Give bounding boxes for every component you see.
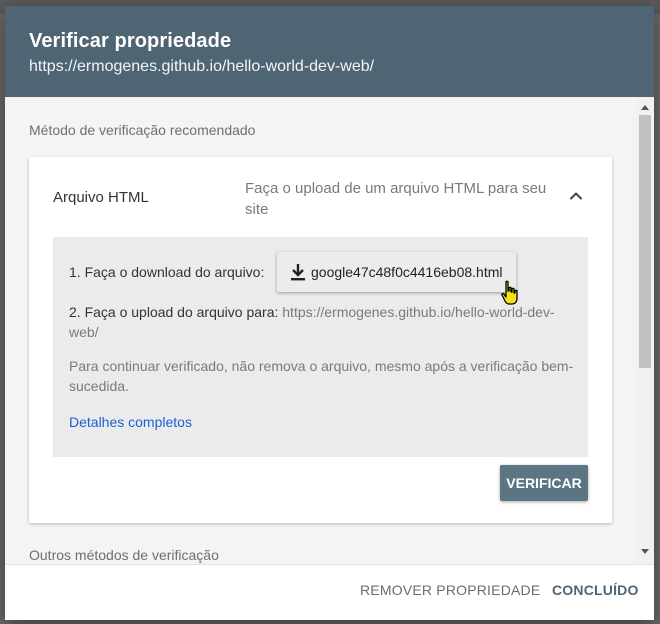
method-header[interactable]: Arquivo HTML Faça o upload de um arquivo… xyxy=(29,157,612,237)
full-details-link[interactable]: Detalhes completos xyxy=(69,414,192,430)
verify-button[interactable]: VERIFICAR xyxy=(500,465,588,501)
body-scrollbar[interactable] xyxy=(636,97,654,564)
recommended-method-label: Método de verificação recomendado xyxy=(29,122,256,138)
remove-property-button[interactable]: REMOVER PROPRIEDADE xyxy=(360,582,540,598)
dialog-footer: REMOVER PROPRIEDADE CONCLUÍDO xyxy=(5,564,654,620)
dialog-header: Verificar propriedade https://ermogenes.… xyxy=(5,6,654,97)
dialog-title: Verificar propriedade xyxy=(29,30,232,52)
scroll-thumb[interactable] xyxy=(639,115,651,368)
verify-property-dialog: Verificar propriedade https://ermogenes.… xyxy=(5,6,654,620)
keep-file-note: Para continuar verificado, não remova o … xyxy=(69,358,574,394)
html-file-method-card: Arquivo HTML Faça o upload de um arquivo… xyxy=(29,157,612,523)
download-icon xyxy=(291,264,305,281)
step1-label: 1. Faça o download do arquivo: xyxy=(69,264,265,280)
scroll-up-arrow-icon[interactable] xyxy=(640,103,650,111)
scroll-down-arrow-icon[interactable] xyxy=(640,548,650,556)
step2-label: 2. Faça o upload do arquivo para: xyxy=(69,304,279,320)
method-description: Faça o upload de um arquivo HTML para se… xyxy=(245,180,547,218)
property-url: https://ermogenes.github.io/hello-world-… xyxy=(29,58,375,75)
done-button[interactable]: CONCLUÍDO xyxy=(552,582,639,598)
step2-text: 2. Faça o upload do arquivo para: https:… xyxy=(69,302,579,342)
download-file-button[interactable]: google47c48f0c4416eb08.html xyxy=(277,252,516,292)
method-name: Arquivo HTML xyxy=(53,189,149,206)
chevron-up-icon[interactable] xyxy=(567,187,585,205)
method-instructions-panel: 1. Faça o download do arquivo: google47c… xyxy=(53,237,588,457)
download-filename: google47c48f0c4416eb08.html xyxy=(311,264,503,280)
other-methods-label[interactable]: Outros métodos de verificação xyxy=(29,547,219,563)
dialog-body[interactable]: Método de verificação recomendado Arquiv… xyxy=(5,97,654,564)
